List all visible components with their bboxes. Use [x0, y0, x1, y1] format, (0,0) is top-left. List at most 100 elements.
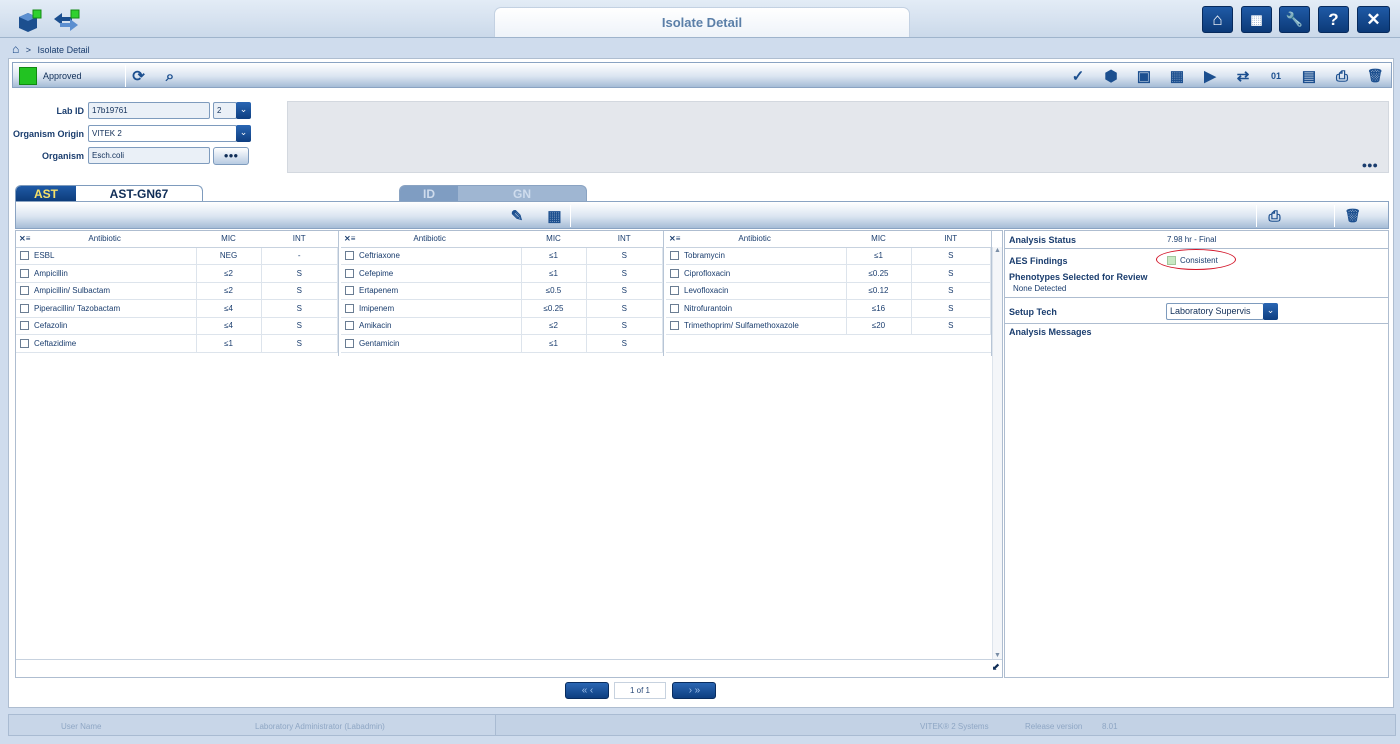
row-checkbox[interactable]	[345, 286, 354, 296]
int-cell[interactable]: S	[261, 282, 338, 300]
table-row[interactable]: Ertapenem ≤0.5 S	[341, 282, 663, 300]
table-row[interactable]: Imipenem ≤0.25 S	[341, 299, 663, 318]
mic-cell[interactable]: ≤4	[196, 317, 262, 335]
row-checkbox[interactable]	[345, 251, 354, 261]
transfer-icon[interactable]: ⇄	[1230, 65, 1256, 87]
instrument-icon[interactable]: ▦	[1241, 6, 1272, 33]
table-row[interactable]: Cefazolin ≤4 S	[16, 317, 338, 335]
comment-area[interactable]: ●●●	[287, 101, 1389, 173]
mic-cell[interactable]: ≤0.12	[846, 282, 912, 300]
table-row[interactable]: Levofloxacin ≤0.12 S	[666, 282, 991, 300]
row-checkbox[interactable]	[20, 268, 29, 278]
organism-more-button[interactable]: ●●●	[213, 147, 249, 165]
mic-cell[interactable]: ≤0.5	[521, 282, 587, 300]
ast-trash-icon[interactable]: 🗑	[1334, 205, 1370, 227]
binary-icon[interactable]: 01	[1263, 65, 1289, 87]
int-header[interactable]: INT	[911, 231, 991, 248]
lab-id-seq-dropdown[interactable]: ⌄	[236, 102, 251, 119]
mic-cell[interactable]: ≤16	[846, 299, 912, 318]
transfer-app-icon[interactable]	[52, 9, 80, 31]
table-row[interactable]: Nitrofurantoin ≤16 S	[666, 299, 991, 318]
antibiotic-header[interactable]: ⨯≡ Antibiotic	[16, 231, 196, 248]
mic-cell[interactable]: ≤0.25	[846, 264, 912, 283]
row-checkbox[interactable]	[20, 321, 29, 331]
row-checkbox[interactable]	[345, 321, 354, 331]
organism-field[interactable]: Esch.coli	[88, 147, 210, 164]
int-cell[interactable]: S	[911, 282, 991, 300]
card-grid-icon[interactable]: ▦	[1164, 65, 1190, 87]
int-cell[interactable]: S	[586, 264, 663, 283]
card-grid-ast-icon[interactable]: ▦	[539, 205, 571, 227]
mic-cell[interactable]: ≤0.25	[521, 299, 587, 318]
row-checkbox[interactable]	[670, 321, 679, 331]
table-row[interactable]: Piperacillin/ Tazobactam ≤4 S	[16, 299, 338, 318]
home-icon[interactable]: ⌂	[1202, 6, 1233, 33]
int-cell[interactable]: S	[586, 247, 663, 265]
row-checkbox[interactable]	[345, 303, 354, 313]
mic-header[interactable]: MIC	[521, 231, 586, 248]
table-row[interactable]: Amikacin ≤2 S	[341, 317, 663, 335]
int-cell[interactable]: S	[261, 299, 338, 318]
row-checkbox[interactable]	[345, 268, 354, 278]
organism-origin-field[interactable]: VITEK 2	[88, 125, 237, 142]
int-cell[interactable]: S	[261, 317, 338, 335]
antibiotic-header[interactable]: ⨯≡ Antibiotic	[666, 231, 846, 248]
table-row[interactable]: Ampicillin/ Sulbactam ≤2 S	[16, 282, 338, 300]
table-row[interactable]: Gentamicin ≤1 S	[341, 334, 663, 353]
int-cell[interactable]: S	[261, 334, 338, 353]
prev-page-icon[interactable]: ‹	[590, 685, 594, 696]
row-checkbox[interactable]	[20, 251, 29, 261]
table-row[interactable]: Ceftazidime ≤1 S	[16, 334, 338, 353]
organism-origin-dropdown[interactable]: ⌄	[236, 125, 251, 142]
row-checkbox[interactable]	[345, 338, 354, 348]
setup-tech-dropdown[interactable]: ⌄	[1263, 303, 1278, 320]
table-row[interactable]: ESBL NEG -	[16, 247, 338, 265]
mic-cell[interactable]: NEG	[196, 247, 262, 265]
mic-cell[interactable]: ≤4	[196, 299, 262, 318]
print-icon[interactable]: ⎙	[1329, 65, 1355, 87]
card-export-icon[interactable]: ▤	[1296, 65, 1322, 87]
mic-cell[interactable]: ≤1	[521, 264, 587, 283]
table-row[interactable]: Trimethoprim/ Sulfamethoxazole ≤20 S	[666, 317, 991, 335]
row-checkbox[interactable]	[20, 286, 29, 296]
tab-id[interactable]: ID	[400, 186, 458, 202]
lab-id-field[interactable]: 17b19761	[88, 102, 210, 119]
int-header[interactable]: INT	[586, 231, 663, 248]
row-checkbox[interactable]	[20, 303, 29, 313]
cube-app-icon[interactable]	[16, 9, 42, 32]
mic-cell[interactable]: ≤1	[196, 334, 262, 353]
int-cell[interactable]: S	[261, 264, 338, 283]
int-cell[interactable]: S	[586, 317, 663, 335]
int-cell[interactable]: S	[586, 282, 663, 300]
refresh-icon[interactable]: ⟳	[125, 65, 151, 87]
mic-cell[interactable]: ≤2	[196, 282, 262, 300]
table-row[interactable]: Cefepime ≤1 S	[341, 264, 663, 283]
mic-cell[interactable]: ≤2	[196, 264, 262, 283]
close-icon[interactable]: ✕	[1357, 6, 1390, 33]
setup-tech-field[interactable]: Laboratory Supervis	[1166, 303, 1264, 320]
help-icon[interactable]: ?	[1318, 6, 1349, 33]
wrench-icon[interactable]: 🔧	[1279, 6, 1310, 33]
int-header[interactable]: INT	[261, 231, 338, 248]
row-checkbox[interactable]	[670, 251, 679, 261]
first-page-icon[interactable]: «	[582, 685, 587, 696]
mic-cell[interactable]: ≤1	[521, 334, 587, 353]
row-checkbox[interactable]	[670, 268, 679, 278]
cube-icon[interactable]: ⬢	[1098, 65, 1124, 87]
tab-ast[interactable]: AST	[16, 186, 76, 202]
table-row[interactable]: Ampicillin ≤2 S	[16, 264, 338, 283]
pager-first-prev[interactable]: « ‹	[565, 682, 609, 699]
edit-pencil-icon[interactable]: ✎	[504, 205, 530, 227]
tab-ast-card[interactable]: AST-GN67	[76, 186, 202, 202]
mic-cell[interactable]: ≤20	[846, 317, 912, 335]
row-checkbox[interactable]	[670, 286, 679, 296]
table-row[interactable]: Ceftriaxone ≤1 S	[341, 247, 663, 265]
table-row[interactable]: Ciprofloxacin ≤0.25 S	[666, 264, 991, 283]
ast-scrollbar[interactable]: ▲ ▼	[992, 247, 1002, 659]
trash-icon[interactable]: 🗑	[1362, 65, 1388, 87]
int-cell[interactable]: -	[261, 247, 338, 265]
int-cell[interactable]: S	[911, 264, 991, 283]
int-cell[interactable]: S	[586, 299, 663, 318]
mic-cell[interactable]: ≤2	[521, 317, 587, 335]
scroll-down-icon[interactable]: ▼	[993, 652, 1002, 659]
